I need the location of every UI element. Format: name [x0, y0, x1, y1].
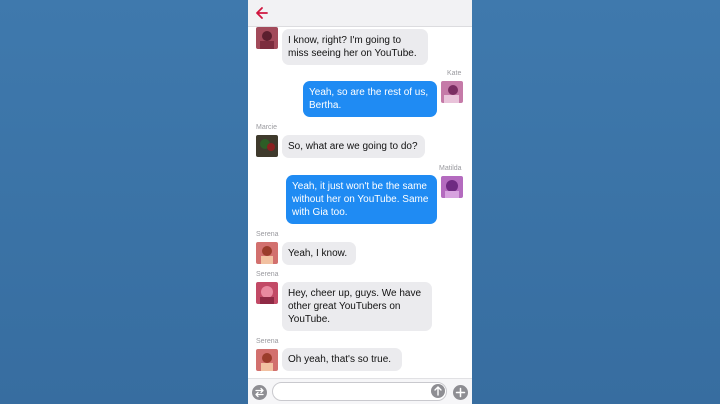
sender-name: Serena: [256, 271, 279, 278]
add-icon[interactable]: [453, 385, 468, 400]
sender-name: Matilda: [439, 165, 462, 172]
message-bubble: So, what are we going to do?: [282, 135, 425, 158]
message-bubble: I know, right? I'm going to miss seeing …: [282, 29, 428, 65]
message-bubble: Oh yeah, that's so true.: [282, 348, 402, 371]
sender-name: Marcie: [256, 124, 278, 131]
avatar: [256, 27, 278, 49]
message-bubble: Yeah, I know.: [282, 242, 356, 265]
avatar: [256, 282, 278, 304]
avatar: [441, 176, 463, 198]
background-left: [0, 0, 248, 404]
send-icon[interactable]: [431, 384, 445, 398]
sender-name: Serena: [256, 338, 279, 345]
avatar: [441, 81, 463, 103]
message-bubble: Yeah, so are the rest of us, Bertha.: [303, 81, 437, 117]
swap-icon[interactable]: [252, 385, 267, 400]
top-navigation-bar: [248, 0, 472, 27]
avatar: [256, 349, 278, 371]
sender-name: Kate: [447, 70, 462, 77]
sender-name: Serena: [256, 231, 279, 238]
message-bubble: Yeah, it just won't be the same without …: [286, 175, 437, 224]
chat-screen: I know, right? I'm going to miss seeing …: [248, 0, 472, 404]
avatar: [256, 242, 278, 264]
back-arrow-icon[interactable]: [254, 6, 268, 20]
background-right: [472, 0, 720, 404]
avatar: [256, 135, 278, 157]
message-composer: [248, 378, 472, 404]
message-bubble: Hey, cheer up, guys. We have other great…: [282, 282, 432, 331]
message-input[interactable]: [272, 382, 447, 401]
